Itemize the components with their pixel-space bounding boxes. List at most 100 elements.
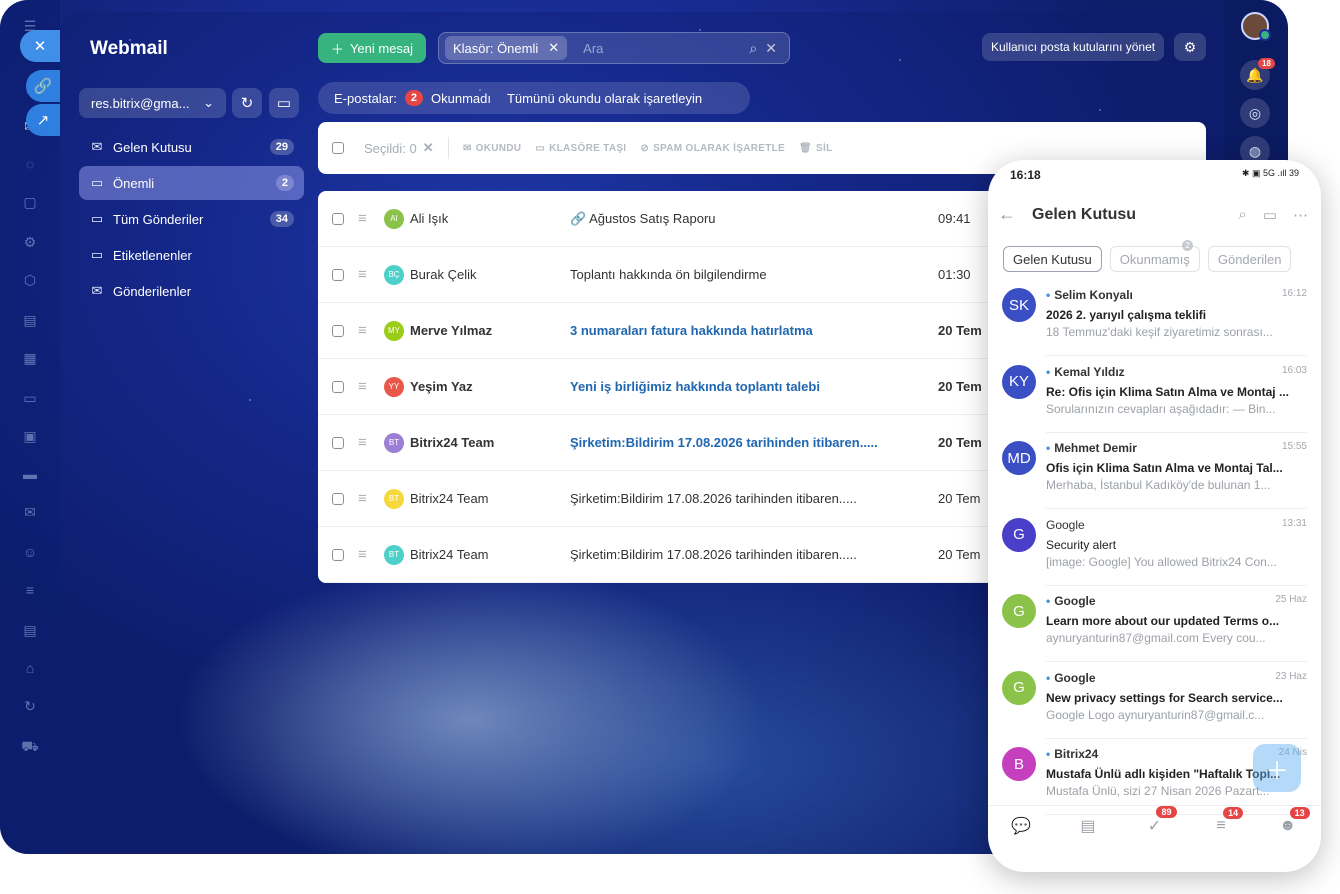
document-icon[interactable]: ▤: [1076, 816, 1100, 836]
row-checkbox[interactable]: [332, 380, 344, 393]
mail-subject[interactable]: Şirketim:Bildirim 17.08.2026 tarihinden …: [570, 435, 938, 450]
search-input[interactable]: Ara: [583, 41, 749, 56]
new-message-button[interactable]: ＋ Yeni mesaj: [318, 33, 426, 63]
clear-selection-icon[interactable]: ✕: [423, 140, 434, 156]
drag-handle-icon[interactable]: ≡: [358, 490, 372, 507]
row-checkbox[interactable]: [332, 324, 344, 337]
mail-subject[interactable]: Şirketim:Bildirim 17.08.2026 tarihinden …: [570, 547, 938, 562]
row-checkbox[interactable]: [332, 492, 344, 505]
row-checkbox[interactable]: [332, 548, 344, 561]
drag-handle-icon[interactable]: ≡: [358, 378, 372, 395]
gear-rail-icon[interactable]: ⚙: [20, 232, 40, 252]
list-item[interactable]: G Google 13:31 Security alert [image: Google…: [988, 514, 1321, 591]
mail-subject[interactable]: 3 numaraları fatura hakkında hatırlatma: [570, 323, 938, 338]
mail-subject[interactable]: Yeni iş birliğimiz hakkında toplantı tal…: [570, 379, 938, 394]
clear-search-icon[interactable]: ✕: [765, 40, 777, 57]
table-row[interactable]: ≡ BT Bitrix24 Team Şirketim:Bildirim 17.08.…: [318, 471, 1008, 527]
folder-icon: ▭: [90, 175, 104, 190]
table-row[interactable]: ≡ BT Bitrix24 Team Şirketim:Bildirim 17.08.…: [318, 527, 1008, 583]
list-rail-icon[interactable]: ▤: [20, 310, 40, 330]
delete-action[interactable]: 🗑 SİL: [799, 143, 832, 154]
open-external-icon[interactable]: ↗: [26, 104, 60, 136]
mail-preview: • Kemal Yıldız 16:03 Re: Ofis için Klima Sa…: [1046, 361, 1307, 433]
phone-folder-icon[interactable]: ▭: [1263, 206, 1277, 224]
table-row[interactable]: ≡ BT Bitrix24 Team Şirketim:Bildirim 17.08.…: [318, 415, 1008, 471]
table-row[interactable]: ≡ AI Ali Işık 🔗 Ağustos Satış Raporu 09:41: [318, 191, 1008, 247]
settings-button[interactable]: ⚙: [1174, 33, 1206, 61]
refresh-button[interactable]: ↻: [232, 88, 262, 118]
avatar: BT: [384, 544, 404, 565]
phone-tab[interactable]: Gönderilen: [1207, 246, 1292, 272]
feed-icon[interactable]: ≡ 14: [1209, 806, 1244, 835]
move-to-folder-action[interactable]: ▭ KLASÖRE TAŞI: [535, 143, 626, 154]
mail-header-line: • Google 25 Haz: [1046, 594, 1307, 608]
mark-all-read-link[interactable]: Tümünü okundu olarak işaretleyin: [507, 91, 702, 106]
store-rail-icon[interactable]: ⌂: [20, 658, 40, 678]
sidebar-item-folder[interactable]: ▭ Önemli 2: [79, 166, 304, 200]
phone-tab[interactable]: Okunmamış 2: [1109, 240, 1200, 272]
mail-subject[interactable]: Şirketim:Bildirim 17.08.2026 tarihinden …: [570, 491, 938, 506]
row-checkbox[interactable]: [332, 212, 344, 225]
link-icon[interactable]: 🔗: [26, 70, 60, 102]
avatar: G: [1002, 670, 1036, 705]
table-row[interactable]: ≡ BÇ Burak Çelik Toplantı hakkında ön bilgi…: [318, 247, 1008, 303]
sidebar-item-folder[interactable]: ✉ Gönderilenler: [79, 274, 304, 308]
phone-search-icon[interactable]: ⌕: [1238, 206, 1246, 224]
drag-handle-icon[interactable]: ≡: [358, 434, 372, 451]
messages-rail-icon[interactable]: ▢: [20, 192, 40, 212]
mail-subject[interactable]: Toplantı hakkında ön bilgilendirme: [570, 267, 938, 282]
mail-subject[interactable]: 🔗 Ağustos Satış Raporu: [570, 211, 938, 227]
mark-read-action[interactable]: ✉ OKUNDU: [463, 143, 521, 154]
row-checkbox[interactable]: [332, 268, 344, 281]
doc-rail-icon[interactable]: ▭: [20, 388, 40, 408]
sync-rail-icon[interactable]: ↻: [20, 696, 40, 716]
search-bar[interactable]: Klasör: Önemli ✕ Ara ⌕ ✕: [438, 32, 790, 64]
select-all-checkbox[interactable]: [332, 142, 344, 154]
hexagon-rail-icon[interactable]: ⬡: [20, 270, 40, 290]
chip-close-icon[interactable]: ✕: [548, 40, 559, 56]
card-rail-icon[interactable]: ▬: [20, 464, 40, 484]
back-arrow-icon[interactable]: ←: [998, 204, 1032, 225]
chat-rail-icon[interactable]: ◌: [20, 154, 40, 174]
drag-handle-icon[interactable]: ≡: [358, 210, 372, 227]
table-row[interactable]: ≡ YY Yeşim Yaz Yeni iş birliğimiz hakkında …: [318, 359, 1008, 415]
users-rail-icon[interactable]: ☺: [20, 542, 40, 562]
list-item[interactable]: G • Google 23 Haz New privacy settings for S…: [988, 667, 1321, 744]
sidebar-item-folder[interactable]: ▭ Etiketlenenler: [79, 238, 304, 272]
monitor-rail-icon[interactable]: ▣: [20, 426, 40, 446]
search-icon[interactable]: ⌕: [749, 40, 757, 57]
target-icon[interactable]: ◎: [1240, 98, 1270, 128]
mail-preview: • Selim Konyalı 16:12 2026 2. yarıyıl çalış…: [1046, 284, 1307, 356]
sidebar-item-folder[interactable]: ▭ Tüm Gönderiler 34: [79, 202, 304, 236]
list-item[interactable]: KY • Kemal Yıldız 16:03 Re: Ofis için Klima …: [988, 361, 1321, 438]
more-icon[interactable]: ⋯: [1293, 206, 1308, 224]
list-item[interactable]: MD • Mehmet Demir 15:55 Ofis için Klima Satı…: [988, 437, 1321, 514]
row-checkbox[interactable]: [332, 436, 344, 449]
list-item[interactable]: SK • Selim Konyalı 16:12 2026 2. yarıyıl çal…: [988, 284, 1321, 361]
filter-rail-icon[interactable]: ≡: [20, 580, 40, 600]
compose-fab[interactable]: ＋: [1253, 744, 1301, 792]
phone-tab[interactable]: Gelen Kutusu: [1003, 246, 1102, 272]
calendar-rail-icon[interactable]: ▦: [20, 348, 40, 368]
sidebar-item-folder[interactable]: ✉ Gelen Kutusu 29: [79, 130, 304, 164]
mail-list: ≡ AI Ali Işık 🔗 Ağustos Satış Raporu 09:41 ≡ B…: [318, 191, 1008, 583]
close-icon[interactable]: ✕: [20, 30, 60, 62]
board-rail-icon[interactable]: ▤: [20, 620, 40, 640]
drag-handle-icon[interactable]: ≡: [358, 546, 372, 563]
drag-handle-icon[interactable]: ≡: [358, 322, 372, 339]
drag-handle-icon[interactable]: ≡: [358, 266, 372, 283]
filter-chip[interactable]: Klasör: Önemli ✕: [445, 36, 568, 60]
avatar: SK: [1002, 288, 1036, 322]
cart-rail-icon[interactable]: ⛟: [20, 736, 40, 756]
table-row[interactable]: ≡ MY Merve Yılmaz 3 numaraları fatura hakkı…: [318, 303, 1008, 359]
account-selector[interactable]: res.bitrix@gma... ⌄: [79, 88, 226, 118]
manage-mailboxes-button[interactable]: Kullanıcı posta kutularını yönet: [982, 33, 1165, 61]
mark-spam-action[interactable]: ⊘ SPAM OLARAK İŞARETLE: [640, 143, 785, 154]
profile-icon[interactable]: ☻ 13: [1276, 806, 1310, 835]
list-item[interactable]: G • Google 25 Haz Learn more about our updat…: [988, 590, 1321, 667]
tasks-icon[interactable]: ✓ 89: [1142, 805, 1177, 836]
folder-button[interactable]: ▭: [269, 88, 299, 118]
chat-icon[interactable]: 💬: [1009, 816, 1033, 836]
unread-filter-link[interactable]: Okunmadı: [431, 91, 491, 106]
inbox-rail-icon[interactable]: ✉: [20, 502, 40, 522]
